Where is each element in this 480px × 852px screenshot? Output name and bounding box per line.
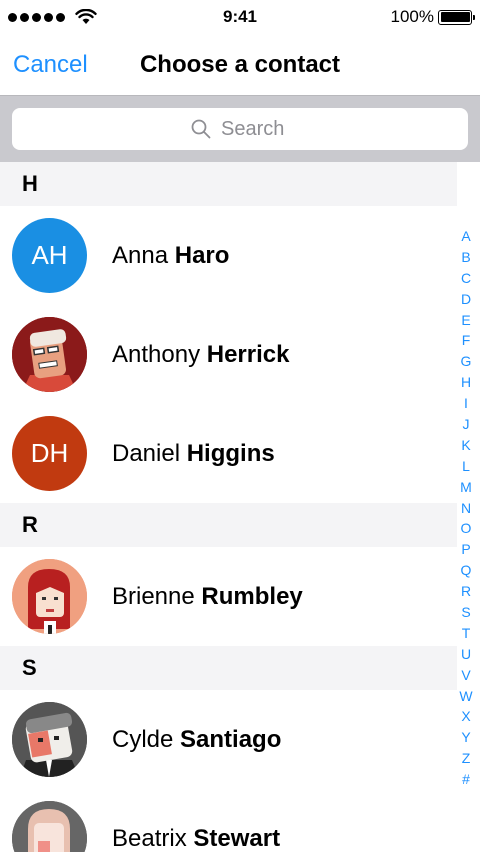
index-letter[interactable]: # xyxy=(462,769,470,790)
index-letter[interactable]: F xyxy=(462,330,471,351)
person-icon xyxy=(12,801,87,852)
person-icon xyxy=(12,702,87,777)
index-letter[interactable]: M xyxy=(460,477,472,498)
index-letter[interactable]: H xyxy=(461,372,471,393)
contact-row-brienne-rumbley[interactable]: Brienne Rumbley xyxy=(0,547,480,646)
search-icon xyxy=(191,119,211,139)
first-name: Anna xyxy=(112,241,169,269)
first-name: Daniel xyxy=(112,439,181,467)
alphabet-index[interactable]: A B C D E F G H I J K L M N O P Q R S T U V W X Y Z # xyxy=(456,226,476,790)
navigation-bar: Cancel Choose a contact xyxy=(0,34,480,96)
avatar: DH xyxy=(12,416,87,491)
last-name: Stewart xyxy=(193,824,281,852)
index-letter[interactable]: T xyxy=(462,623,471,644)
index-letter[interactable]: Q xyxy=(461,560,472,581)
contact-name: Anna Haro xyxy=(112,242,229,270)
index-letter[interactable]: O xyxy=(461,518,472,539)
last-name: Herrick xyxy=(206,340,290,368)
index-letter[interactable]: S xyxy=(461,602,470,623)
search-field[interactable] xyxy=(12,108,468,150)
signal-area xyxy=(8,9,158,25)
search-input[interactable] xyxy=(219,116,289,142)
search-bar xyxy=(0,96,480,162)
first-name: Brienne xyxy=(112,582,195,610)
cancel-button[interactable]: Cancel xyxy=(13,51,88,79)
last-name: Higgins xyxy=(186,439,275,467)
section-header-h: H xyxy=(0,162,457,206)
first-name: Cylde xyxy=(112,725,174,753)
index-letter[interactable]: K xyxy=(461,435,470,456)
index-letter[interactable]: L xyxy=(462,456,470,477)
avatar-initials: DH xyxy=(30,438,69,468)
contact-row-anthony-herrick[interactable]: Anthony Herrick xyxy=(0,305,480,404)
battery-area: 100% xyxy=(322,7,475,27)
index-letter[interactable]: U xyxy=(461,644,471,665)
person-icon xyxy=(12,559,87,634)
contact-row-cylde-santiago[interactable]: Cylde Santiago xyxy=(0,690,480,789)
contact-row-beatrix-stewart[interactable]: Beatrix Stewart xyxy=(0,789,480,852)
index-letter[interactable]: Y xyxy=(461,727,470,748)
avatar-initials: AH xyxy=(31,240,68,270)
index-letter[interactable]: E xyxy=(461,310,470,331)
section-header-s: S xyxy=(0,646,457,690)
wifi-icon xyxy=(75,9,97,24)
index-letter[interactable]: B xyxy=(461,247,470,268)
contact-name: Brienne Rumbley xyxy=(112,583,303,611)
index-letter[interactable]: V xyxy=(461,665,470,686)
contact-list: H AH Anna Haro Anthony Herrick DH Daniel… xyxy=(0,162,480,852)
index-letter[interactable]: W xyxy=(459,686,472,707)
signal-strength-icon xyxy=(8,12,65,22)
contact-name: Daniel Higgins xyxy=(112,440,275,468)
avatar-photo xyxy=(12,317,87,392)
last-name: Santiago xyxy=(180,725,282,753)
avatar-photo xyxy=(12,559,87,634)
contact-row-anna-haro[interactable]: AH Anna Haro xyxy=(0,206,480,305)
index-letter[interactable]: I xyxy=(464,393,468,414)
index-letter[interactable]: Z xyxy=(462,748,471,769)
last-name: Haro xyxy=(174,241,230,269)
status-time: 9:41 xyxy=(222,7,258,26)
status-bar: 9:41 100% xyxy=(0,0,480,34)
first-name: Beatrix xyxy=(112,824,187,852)
last-name: Rumbley xyxy=(201,582,303,610)
index-letter[interactable]: D xyxy=(461,289,471,310)
index-letter[interactable]: P xyxy=(461,539,470,560)
index-letter[interactable]: X xyxy=(461,706,470,727)
index-letter[interactable]: C xyxy=(461,268,471,289)
first-name: Anthony xyxy=(112,340,201,368)
contact-name: Cylde Santiago xyxy=(112,726,281,754)
index-letter[interactable]: G xyxy=(461,351,472,372)
contact-name: Anthony Herrick xyxy=(112,341,289,369)
index-letter[interactable]: J xyxy=(463,414,470,435)
avatar-photo xyxy=(12,801,87,852)
contact-row-daniel-higgins[interactable]: DH Daniel Higgins xyxy=(0,404,480,503)
avatar-photo xyxy=(12,702,87,777)
person-icon xyxy=(12,317,87,392)
section-header-r: R xyxy=(0,503,457,547)
index-letter[interactable]: N xyxy=(461,498,471,519)
index-letter[interactable]: R xyxy=(461,581,471,602)
avatar: AH xyxy=(12,218,87,293)
index-letter[interactable]: A xyxy=(461,226,470,247)
contact-name: Beatrix Stewart xyxy=(112,825,280,852)
battery-icon xyxy=(438,9,475,25)
battery-percent: 100% xyxy=(390,7,434,26)
